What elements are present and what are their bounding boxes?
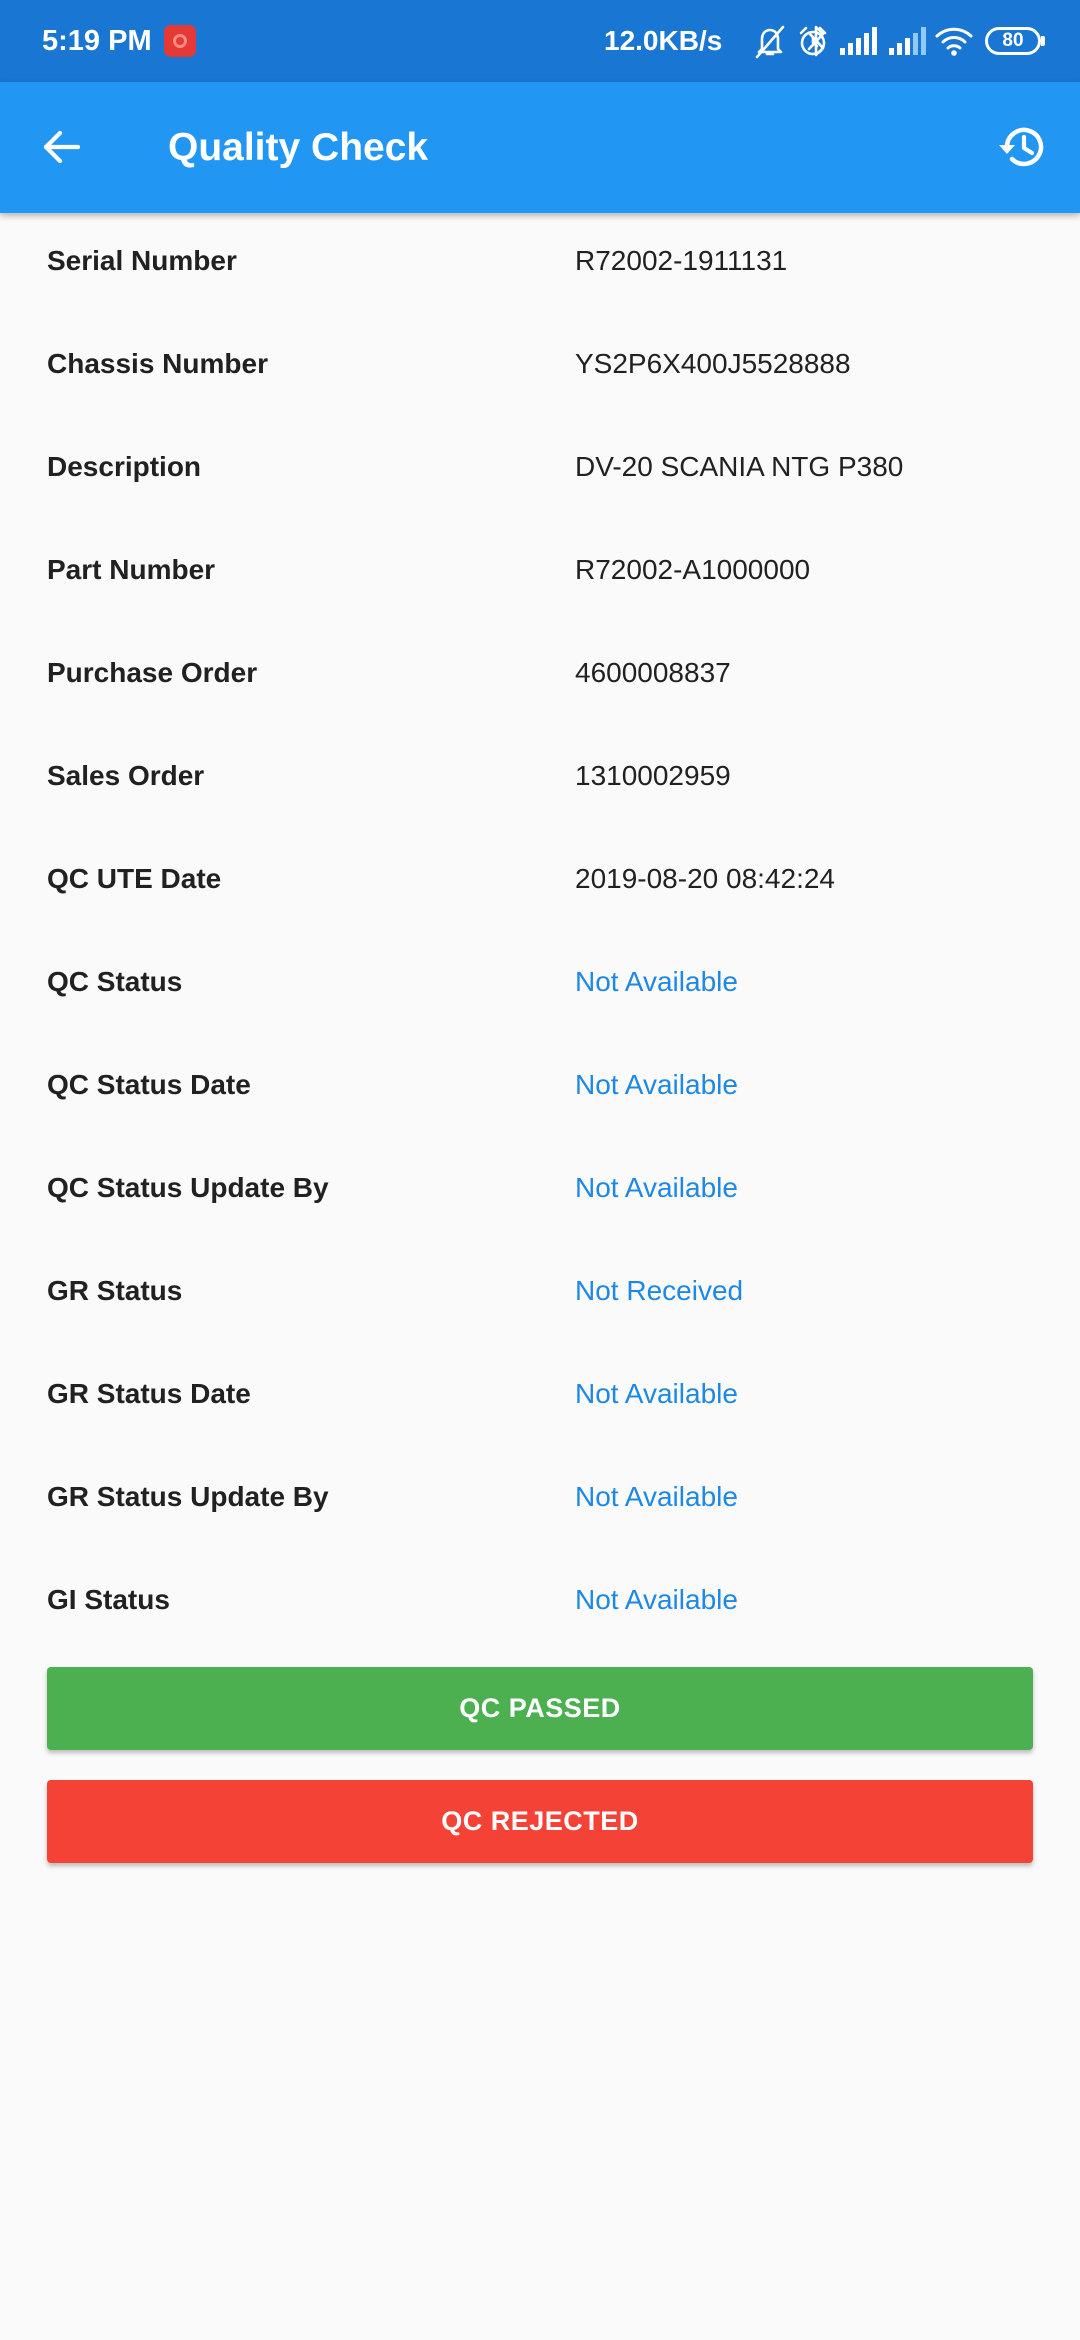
detail-row-description: Description DV-20 SCANIA NTG P380 bbox=[0, 419, 1080, 522]
back-button[interactable] bbox=[30, 115, 94, 179]
app-bar: Quality Check bbox=[0, 82, 1080, 213]
detail-label: GR Status Date bbox=[47, 1378, 251, 1409]
detail-row-chassis-number: Chassis Number YS2P6X400J5528888 bbox=[0, 316, 1080, 419]
detail-label: Part Number bbox=[47, 554, 216, 585]
detail-label: Description bbox=[47, 451, 202, 482]
detail-label: GI Status bbox=[47, 1584, 170, 1615]
network-speed: 12.0KB/s bbox=[604, 25, 723, 56]
wifi-icon bbox=[935, 27, 973, 56]
detail-row-sales-order: Sales Order 1310002959 bbox=[0, 728, 1080, 831]
detail-row-qc-status-date: QC Status Date Not Available bbox=[0, 1037, 1080, 1140]
detail-row-gr-status: GR Status Not Received bbox=[0, 1243, 1080, 1346]
history-icon bbox=[999, 127, 1044, 167]
detail-label: Chassis Number bbox=[47, 348, 268, 379]
status-bar: 5:19 PM 12.0KB/s 80 bbox=[0, 0, 1080, 82]
detail-value: Not Received bbox=[575, 1275, 744, 1306]
detail-value: Not Available bbox=[575, 966, 738, 997]
detail-label: GR Status Update By bbox=[47, 1481, 329, 1512]
app-notification-icon bbox=[164, 25, 196, 57]
history-button[interactable] bbox=[990, 115, 1054, 179]
detail-row-serial-number: Serial Number R72002-1911131 bbox=[0, 213, 1080, 316]
detail-row-gi-status: GI Status Not Available bbox=[0, 1552, 1080, 1655]
detail-value: 1310002959 bbox=[575, 760, 731, 791]
detail-row-gr-status-update-by: GR Status Update By Not Available bbox=[0, 1449, 1080, 1552]
detail-label: QC UTE Date bbox=[47, 863, 222, 894]
detail-row-qc-status-update-by: QC Status Update By Not Available bbox=[0, 1140, 1080, 1243]
status-time: 5:19 PM bbox=[42, 25, 152, 57]
detail-value: Not Available bbox=[575, 1584, 738, 1615]
alarm-clock-icon bbox=[799, 26, 827, 56]
qc-rejected-button[interactable]: QC REJECTED bbox=[47, 1780, 1033, 1863]
detail-label: Sales Order bbox=[47, 760, 205, 791]
detail-value: YS2P6X400J5528888 bbox=[575, 348, 851, 379]
detail-value: Not Available bbox=[575, 1378, 738, 1409]
qc-passed-button[interactable]: QC PASSED bbox=[47, 1667, 1033, 1750]
detail-label: QC Status bbox=[47, 966, 183, 997]
detail-value: Not Available bbox=[575, 1481, 738, 1512]
details-list: Serial Number R72002-1911131 Chassis Num… bbox=[0, 213, 1080, 1655]
detail-row-purchase-order: Purchase Order 4600008837 bbox=[0, 625, 1080, 728]
arrow-back-icon bbox=[43, 130, 81, 164]
detail-label: QC Status Date bbox=[47, 1069, 251, 1100]
detail-value: DV-20 SCANIA NTG P380 bbox=[575, 451, 904, 482]
detail-value: Not Available bbox=[575, 1069, 738, 1100]
detail-value: R72002-1911131 bbox=[575, 245, 788, 276]
detail-label: Purchase Order bbox=[47, 657, 258, 688]
detail-row-qc-status: QC Status Not Available bbox=[0, 934, 1080, 1037]
detail-value: Not Available bbox=[575, 1172, 738, 1203]
signal-strength-2-icon bbox=[889, 27, 926, 55]
signal-strength-icon bbox=[840, 27, 877, 55]
detail-row-part-number: Part Number R72002-A1000000 bbox=[0, 522, 1080, 625]
detail-value: R72002-A1000000 bbox=[575, 554, 811, 585]
battery-icon: 80 bbox=[985, 27, 1045, 55]
page-title: Quality Check bbox=[168, 126, 429, 169]
detail-label: Serial Number bbox=[47, 245, 237, 276]
mute-icon bbox=[755, 25, 785, 59]
detail-row-qc-ute-date: QC UTE Date 2019-08-20 08:42:24 bbox=[0, 831, 1080, 934]
detail-row-gr-status-date: GR Status Date Not Available bbox=[0, 1346, 1080, 1449]
detail-label: GR Status bbox=[47, 1275, 183, 1306]
detail-value: 4600008837 bbox=[575, 657, 731, 688]
detail-label: QC Status Update By bbox=[47, 1172, 329, 1203]
detail-value: 2019-08-20 08:42:24 bbox=[575, 863, 835, 894]
